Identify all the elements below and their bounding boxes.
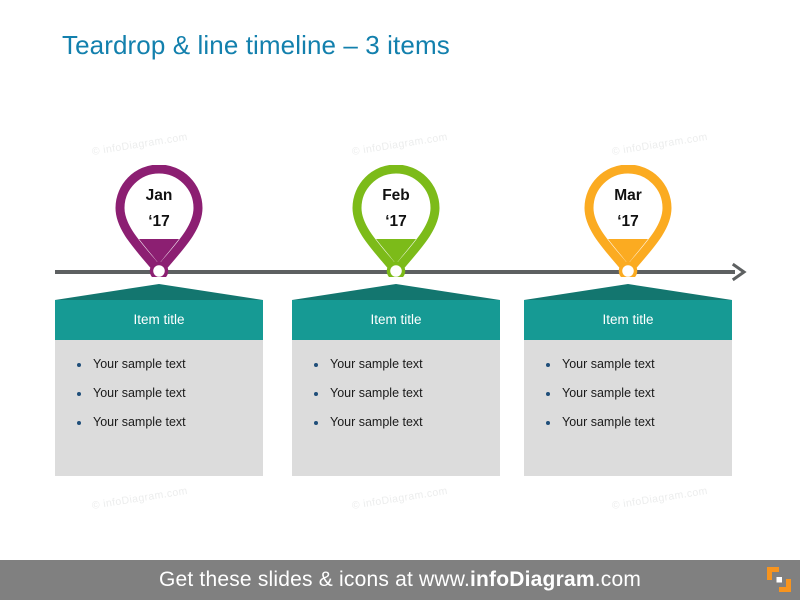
watermark-label: © infoDiagram.com	[611, 130, 709, 158]
timeline-pin-mar[interactable]: Mar ‘17	[580, 165, 676, 277]
bullet-dot-icon	[314, 363, 318, 367]
slide-canvas: Teardrop & line timeline – 3 items © inf…	[0, 0, 800, 600]
list-item: Your sample text	[292, 414, 500, 443]
list-item: Your sample text	[292, 385, 500, 414]
list-item: Your sample text	[292, 356, 500, 385]
card-body: Your sample text Your sample text Your sam…	[55, 340, 263, 476]
footer-prefix: Get these slides & icons at www.	[158, 568, 470, 591]
teardrop-icon	[115, 165, 203, 277]
timeline-pin-jan[interactable]: Jan ‘17	[111, 165, 207, 277]
list-item: Your sample text	[55, 356, 263, 385]
list-item-label: Your sample text	[562, 386, 655, 400]
arrow-right-icon	[731, 262, 751, 282]
timeline-card[interactable]: Item title Your sample text Your sample te…	[292, 284, 500, 476]
card-header: Item title	[292, 284, 500, 340]
watermark-label: © infoDiagram.com	[611, 484, 709, 512]
card-header: Item title	[524, 284, 732, 340]
card-header-peak-icon	[55, 284, 263, 300]
card-title: Item title	[370, 312, 422, 327]
list-item: Your sample text	[524, 356, 732, 385]
footer-brand: infoDiagram	[470, 568, 595, 591]
card-header: Item title	[55, 284, 263, 340]
footer-suffix: .com	[594, 568, 642, 591]
list-item-label: Your sample text	[330, 386, 423, 400]
teardrop-icon	[584, 165, 672, 277]
list-item: Your sample text	[55, 385, 263, 414]
bullet-dot-icon	[77, 421, 81, 425]
timeline-card[interactable]: Item title Your sample text Your sample te…	[524, 284, 732, 476]
infodiagram-logo-icon[interactable]	[766, 566, 792, 593]
bullet-dot-icon	[546, 363, 550, 367]
card-title: Item title	[133, 312, 185, 327]
list-item-label: Your sample text	[330, 357, 423, 371]
footer-banner: Get these slides & icons at www.infoDiag…	[0, 560, 800, 600]
list-item-label: Your sample text	[562, 415, 655, 429]
card-header-peak-icon	[292, 284, 500, 300]
list-item-label: Your sample text	[562, 357, 655, 371]
footer-text: Get these slides & icons at www.infoDiag…	[0, 560, 800, 600]
card-title: Item title	[602, 312, 654, 327]
list-item: Your sample text	[524, 385, 732, 414]
teardrop-icon	[352, 165, 440, 277]
watermark-label: © infoDiagram.com	[91, 130, 189, 158]
list-item-label: Your sample text	[93, 415, 186, 429]
list-item-label: Your sample text	[330, 415, 423, 429]
bullet-dot-icon	[314, 392, 318, 396]
watermark-label: © infoDiagram.com	[91, 484, 189, 512]
list-item: Your sample text	[55, 414, 263, 443]
card-header-peak-icon	[524, 284, 732, 300]
watermark-label: © infoDiagram.com	[351, 484, 449, 512]
bullet-dot-icon	[77, 392, 81, 396]
timeline-pin-feb[interactable]: Feb ‘17	[348, 165, 444, 277]
bullet-dot-icon	[546, 421, 550, 425]
card-body: Your sample text Your sample text Your sam…	[292, 340, 500, 476]
list-item-label: Your sample text	[93, 386, 186, 400]
watermark-label: © infoDiagram.com	[351, 130, 449, 158]
bullet-dot-icon	[546, 392, 550, 396]
bullet-dot-icon	[314, 421, 318, 425]
timeline-card[interactable]: Item title Your sample text Your sample te…	[55, 284, 263, 476]
list-item-label: Your sample text	[93, 357, 186, 371]
page-title: Teardrop & line timeline – 3 items	[62, 30, 450, 60]
bullet-dot-icon	[77, 363, 81, 367]
list-item: Your sample text	[524, 414, 732, 443]
card-body: Your sample text Your sample text Your sam…	[524, 340, 732, 476]
